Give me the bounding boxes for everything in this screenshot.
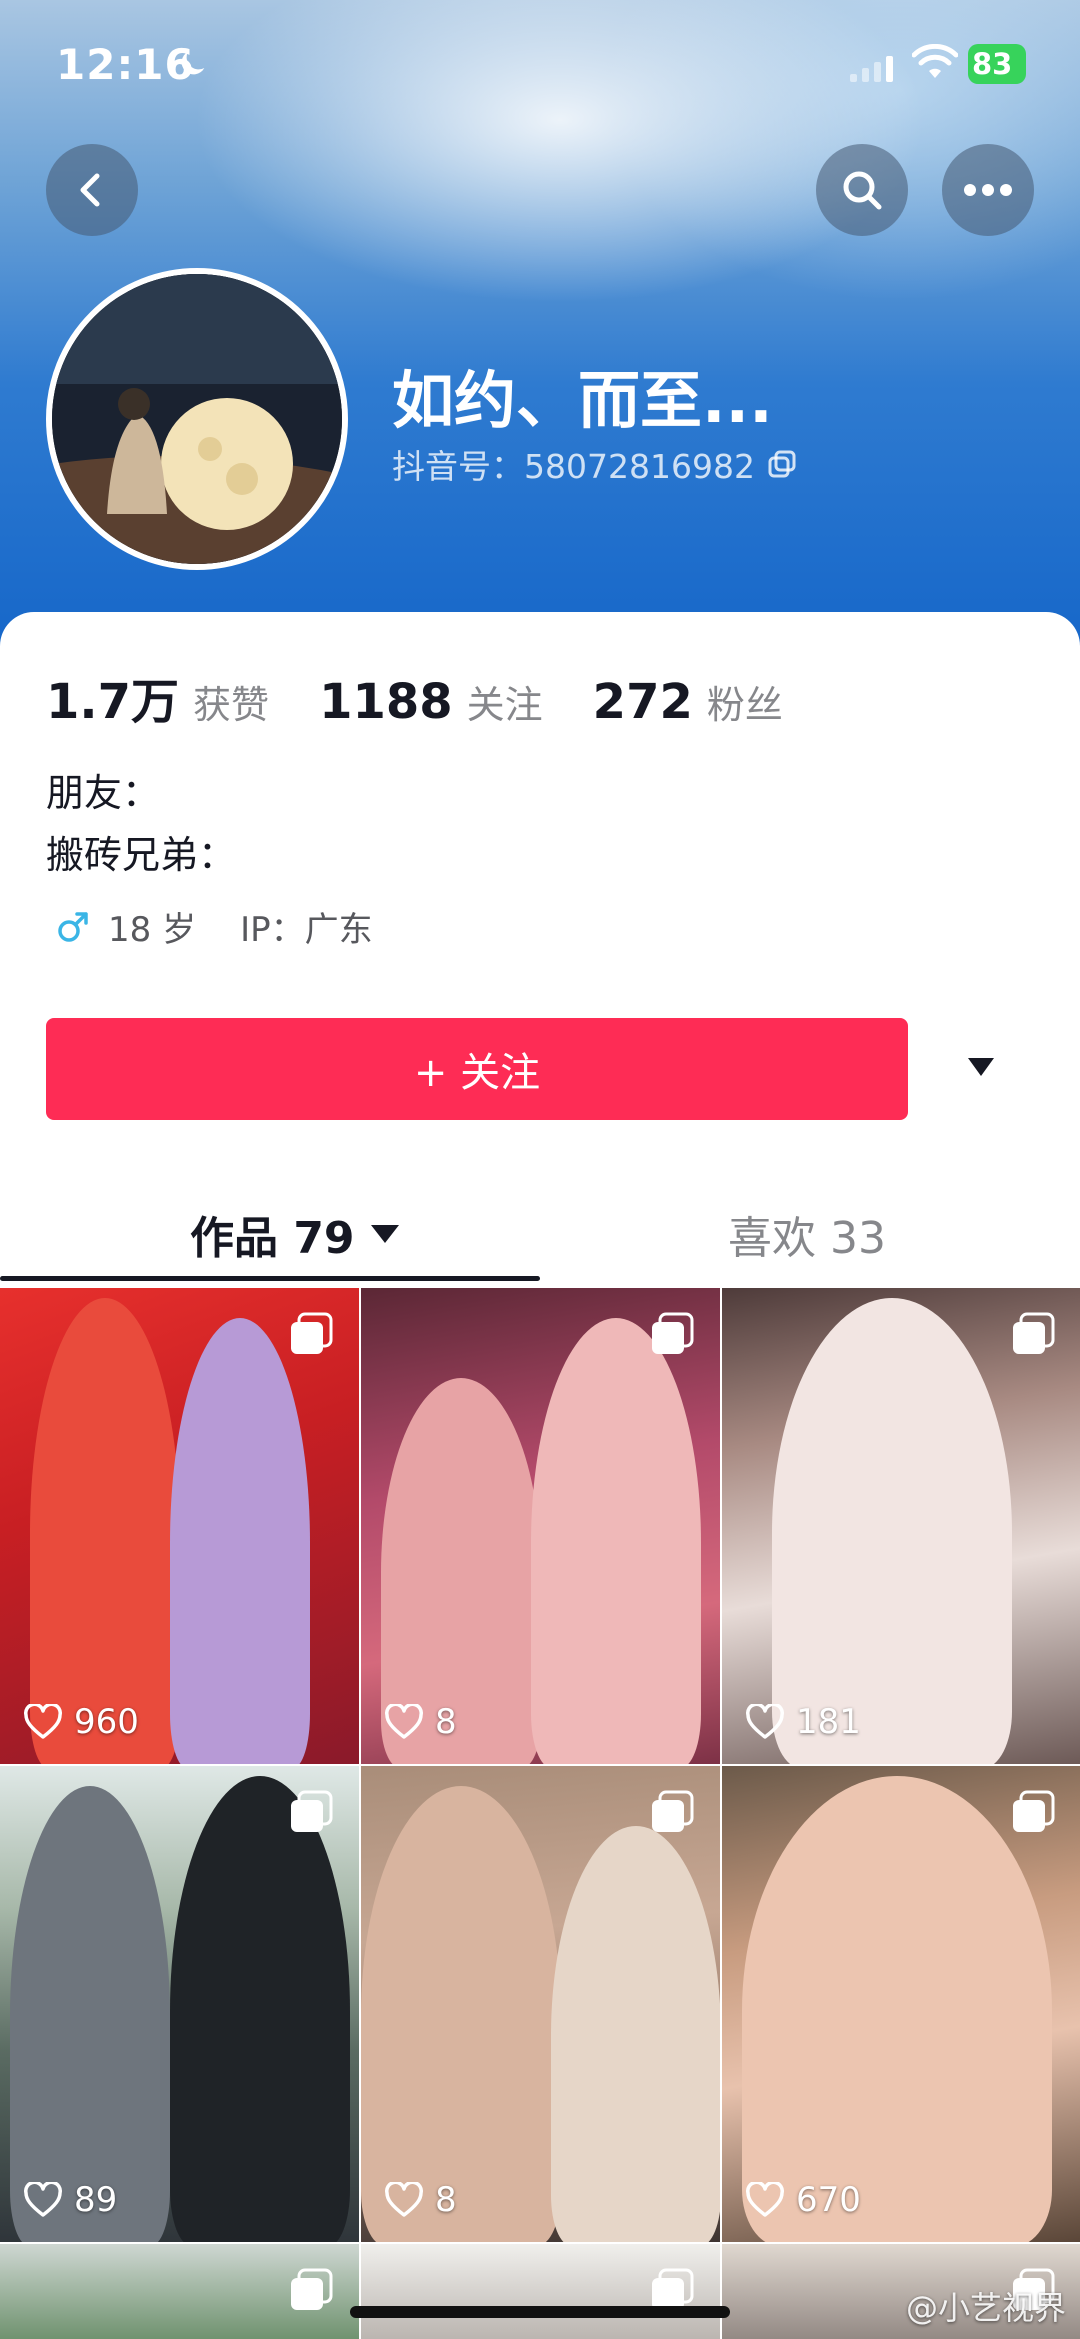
multi-image-icon [1013,1312,1055,1354]
signal-icon [850,56,893,82]
heart-icon [24,2182,62,2217]
thumbnail-figure [551,1826,720,2242]
age-text: 18 岁 [108,910,197,950]
video-thumbnail[interactable]: 181 [722,1288,1080,1764]
video-likes-count: 960 [74,1702,139,1742]
heart-icon [24,1704,62,1739]
avatar-image [52,274,342,564]
video-thumbnail[interactable]: 8 [361,1766,720,2242]
multi-image-icon [291,2268,333,2310]
stat-following-label: 关注 [466,683,543,727]
stat-followers-label: 粉丝 [706,683,783,727]
multi-image-icon [652,1312,694,1354]
tab-likes-label: 喜欢 33 [728,1213,886,1264]
status-time: 12:16 [56,40,195,89]
video-likes: 181 [746,1702,861,1742]
heart-icon [746,2182,784,2217]
video-thumbnail[interactable]: 8 [361,1288,720,1764]
thumbnail-figure [170,1776,350,2242]
tab-works[interactable]: 作品 79 [190,1202,399,1266]
wifi-icon [912,44,958,78]
video-likes-count: 89 [74,2180,118,2220]
content-tabs: 作品 79 喜欢 33 [0,1180,1080,1290]
copy-icon[interactable] [767,449,797,479]
heart-icon [746,1704,784,1739]
thumbnail-figure [531,1318,701,1764]
video-likes-count: 670 [796,2180,861,2220]
stat-likes[interactable]: 1.7万 获赞 [46,662,269,732]
video-thumbnail[interactable] [0,2244,359,2339]
follow-button[interactable]: + 关注 [46,1018,908,1120]
video-likes: 960 [24,1702,139,1742]
stat-likes-label: 获赞 [193,683,270,727]
thumbnail-figure [361,1786,561,2242]
profile-nickname: 如约、而至... [392,364,773,437]
tab-active-indicator [0,1276,540,1281]
video-likes-count: 8 [435,1702,457,1742]
multi-image-icon [291,1790,333,1832]
video-likes: 89 [24,2180,117,2220]
multi-image-icon [291,1312,333,1354]
video-grid: 960 8 181 89 8 670 [0,1288,1080,2339]
multi-image-icon [652,1790,694,1832]
heart-icon [385,2182,423,2217]
video-thumbnail[interactable]: 89 [0,1766,359,2242]
video-likes: 670 [746,2180,861,2220]
stat-followers[interactable]: 272 粉丝 [593,674,783,730]
search-icon [843,171,882,210]
moon-icon [181,51,205,75]
video-likes-count: 8 [435,2180,457,2220]
tab-likes[interactable]: 喜欢 33 [728,1202,886,1266]
more-button[interactable] [942,144,1034,236]
video-thumbnail[interactable]: 960 [0,1288,359,1764]
caret-down-icon [370,1225,399,1243]
more-dots-icon [964,184,1012,196]
home-indicator [350,2306,730,2318]
search-button[interactable] [816,144,908,236]
stat-following-value: 1188 [319,674,453,730]
bio-line-1: 朋友： [46,771,161,815]
thumbnail-figure [772,1298,1012,1764]
tab-works-label: 作品 79 [190,1213,355,1264]
watermark: @小艺视界 [905,2289,1066,2327]
stats-row: 1.7万 获赞 1188 关注 272 粉丝 [46,662,833,732]
douyin-id: 抖音号：58072816982 [392,440,797,488]
thumbnail-figure [10,1786,170,2242]
bio-line-2: 搬砖兄弟： [46,833,237,877]
avatar[interactable] [46,268,348,570]
bio: 朋友： 搬砖兄弟： [46,762,236,886]
heart-icon [385,1704,423,1739]
battery-indicator: 83 [968,44,1026,84]
video-likes-count: 181 [796,1702,861,1742]
chevron-left-icon [80,173,100,207]
profile-meta: 18 岁 IP：广东 [56,902,373,951]
thumbnail-figure [742,1776,1052,2242]
caret-down-icon[interactable] [968,1058,994,1076]
thumbnail-figure [30,1298,180,1764]
male-gender-icon [58,911,88,942]
video-thumbnail[interactable]: 670 [722,1766,1080,2242]
thumbnail-figure [170,1318,310,1764]
video-likes: 8 [385,2180,457,2220]
ip-location: IP：广东 [240,910,373,950]
douyin-id-text: 抖音号：58072816982 [392,447,755,486]
video-likes: 8 [385,1702,457,1742]
stat-following[interactable]: 1188 关注 [319,674,543,730]
stat-likes-value: 1.7万 [46,674,180,730]
multi-image-icon [1013,1790,1055,1832]
back-button[interactable] [46,144,138,236]
video-thumbnail[interactable] [361,2244,720,2339]
stat-followers-value: 272 [592,674,693,730]
